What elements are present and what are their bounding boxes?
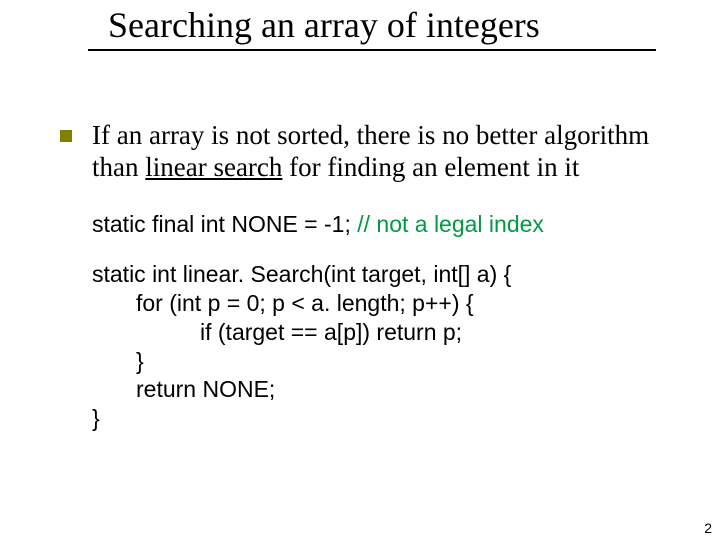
- page-number: 2: [704, 520, 712, 536]
- code-l4: }: [92, 348, 144, 374]
- square-bullet-icon: [60, 130, 72, 142]
- code-l3: if (target == a[p]) return p;: [92, 319, 462, 345]
- slide-body: If an array is not sorted, there is no b…: [60, 120, 670, 455]
- code-l6: }: [92, 405, 100, 431]
- code-l1: static int linear. Search(int target, in…: [92, 261, 511, 287]
- slide-title: Searching an array of integers: [108, 6, 540, 46]
- bullet-item: If an array is not sorted, there is no b…: [60, 120, 670, 184]
- bullet-underlined: linear search: [145, 152, 282, 182]
- title-underline: [88, 49, 656, 51]
- code-l5: return NONE;: [92, 376, 275, 402]
- code-const-line: static final int NONE = -1; // not a leg…: [92, 210, 670, 239]
- code-comment: // not a legal index: [357, 211, 544, 237]
- bullet-post: for finding an element in it: [282, 152, 579, 182]
- code-l2: for (int p = 0; p < a. length; p++) {: [92, 290, 474, 316]
- code-const: static final int NONE = -1;: [92, 211, 357, 237]
- code-block: static final int NONE = -1; // not a leg…: [92, 210, 670, 433]
- code-fn: static int linear. Search(int target, in…: [92, 260, 670, 433]
- bullet-text: If an array is not sorted, there is no b…: [92, 120, 670, 184]
